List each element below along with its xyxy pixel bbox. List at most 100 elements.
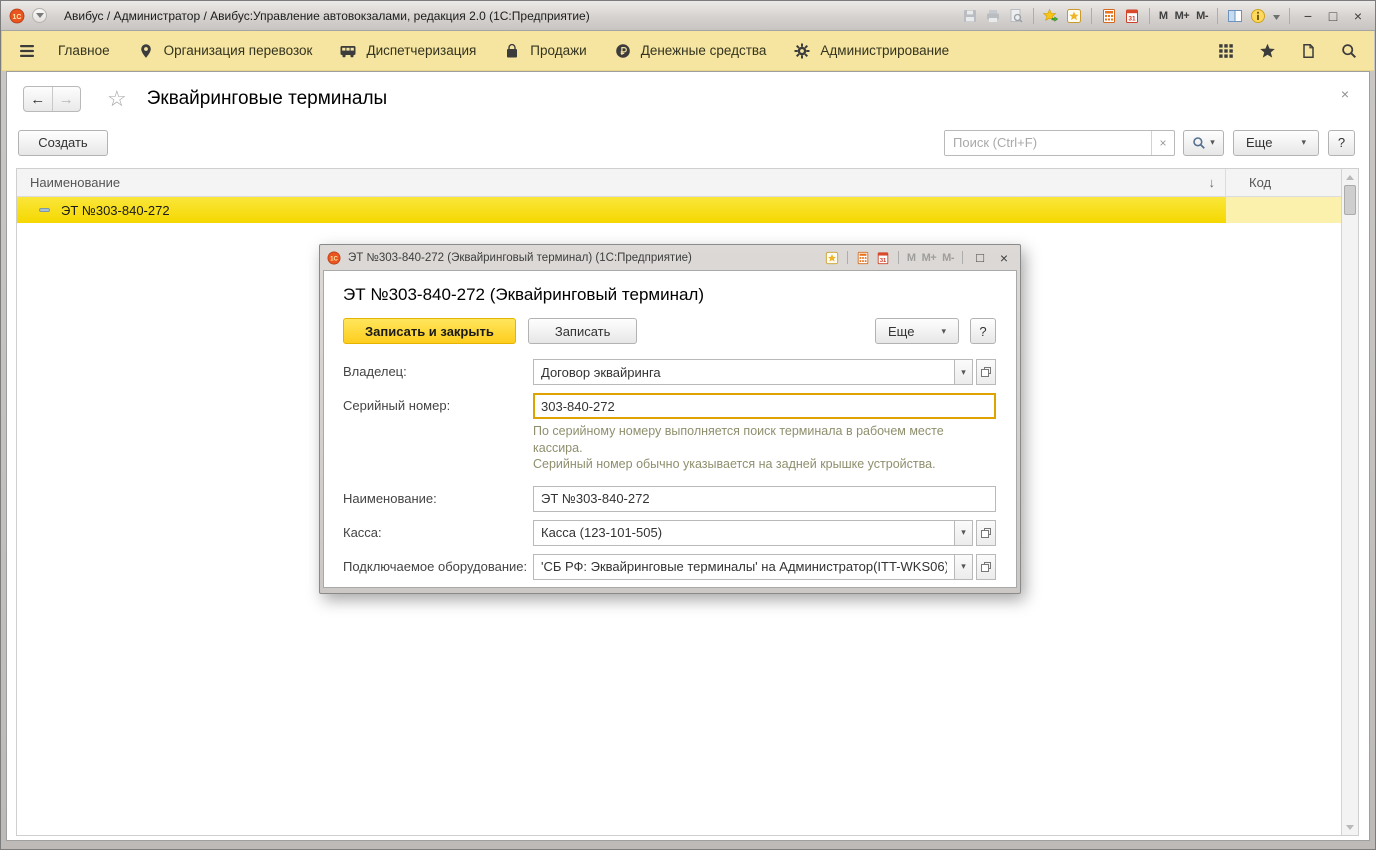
- menu-item-denezhnye-sredstva[interactable]: Денежные средства: [614, 42, 767, 60]
- menu-item-organizaciya-perevozok[interactable]: Организация перевозок: [137, 42, 313, 60]
- dialog-heading: ЭТ №303-840-272 (Эквайринговый терминал): [343, 285, 996, 305]
- dialog-titlebar: 1С ЭТ №303-840-272 (Эквайринговый термин…: [323, 245, 1017, 270]
- column-header-code[interactable]: Код: [1226, 169, 1341, 196]
- print-icon[interactable]: [985, 8, 1001, 24]
- search-box: ×: [944, 130, 1175, 156]
- history-nav-buttons: ← →: [23, 86, 81, 112]
- scroll-up-icon[interactable]: [1342, 171, 1358, 183]
- favorites-icon[interactable]: [825, 250, 839, 266]
- help-button[interactable]: ?: [1328, 130, 1355, 156]
- window-titlebar: 1С Авибус / Администратор / Авибус:Управ…: [1, 1, 1375, 31]
- serial-input[interactable]: [533, 393, 996, 419]
- kassa-label: Касса:: [343, 520, 533, 546]
- search-options-button[interactable]: ▾: [1183, 130, 1224, 156]
- system-menu-button[interactable]: [32, 8, 47, 23]
- save-and-close-button[interactable]: Записать и закрыть: [343, 318, 516, 344]
- more-button[interactable]: Еще ▾: [1233, 130, 1319, 156]
- menu-item-prodazhi[interactable]: Продажи: [503, 42, 586, 60]
- name-label: Наименование:: [343, 486, 533, 512]
- memory-m-plus-button[interactable]: M+: [1175, 10, 1190, 22]
- chevron-down-icon: ▾: [941, 326, 946, 337]
- menu-item-glavnoe[interactable]: Главное: [58, 43, 110, 58]
- equipment-field-row: Подключаемое оборудование: ▾: [343, 554, 996, 580]
- calculator-icon[interactable]: [1101, 8, 1117, 24]
- dialog-help-button[interactable]: ?: [970, 318, 996, 344]
- memory-m-minus-button: M-: [942, 252, 954, 264]
- hamburger-menu-icon[interactable]: [18, 42, 36, 60]
- equipment-open-button[interactable]: [976, 554, 996, 580]
- close-button[interactable]: ×: [1349, 8, 1367, 24]
- kassa-input[interactable]: [533, 520, 955, 546]
- column-header-name[interactable]: Наименование ↓: [17, 169, 1226, 196]
- search-input[interactable]: [945, 131, 1151, 155]
- row-code-cell[interactable]: [1226, 197, 1341, 223]
- favorites-star-icon[interactable]: [1258, 42, 1276, 60]
- scroll-down-icon[interactable]: [1342, 821, 1358, 833]
- owner-field-row: Владелец: ▾: [343, 359, 996, 385]
- dialog-button-row: Записать и закрыть Записать Еще ▾ ?: [343, 318, 996, 344]
- dialog-window-title: ЭТ №303-840-272 (Эквайринговый терминал)…: [348, 252, 692, 264]
- calendar-icon[interactable]: 31: [876, 250, 890, 266]
- owner-dropdown-button[interactable]: ▾: [955, 359, 973, 385]
- owner-label: Владелец:: [343, 359, 533, 385]
- owner-input[interactable]: [533, 359, 955, 385]
- svg-text:31: 31: [880, 257, 886, 263]
- memory-m-button[interactable]: M: [1159, 10, 1168, 22]
- name-input[interactable]: [533, 486, 996, 512]
- add-favorite-icon[interactable]: [1043, 8, 1059, 24]
- equipment-label: Подключаемое оборудование:: [343, 554, 533, 580]
- dialog-more-button[interactable]: Еще ▾: [875, 318, 959, 344]
- serial-hint: По серийному номеру выполняется поиск те…: [533, 423, 996, 473]
- maximize-button[interactable]: □: [1324, 8, 1342, 24]
- scrollbar-thumb[interactable]: [1344, 185, 1356, 215]
- dialog-close-button[interactable]: ×: [995, 250, 1013, 266]
- dialog-maximize-button[interactable]: □: [971, 250, 989, 265]
- back-button[interactable]: ←: [24, 87, 53, 111]
- chevron-down-icon: ▾: [1210, 137, 1215, 148]
- calendar-icon[interactable]: 31: [1124, 8, 1140, 24]
- kassa-field-row: Касса: ▾: [343, 520, 996, 546]
- history-icon[interactable]: [1299, 42, 1317, 60]
- memory-m-plus-button: M+: [922, 252, 937, 264]
- menu-item-administrirovanie[interactable]: Администрирование: [793, 42, 949, 60]
- search-clear-icon[interactable]: ×: [1151, 131, 1174, 155]
- info-dropdown-icon[interactable]: [1273, 9, 1280, 23]
- kassa-open-button[interactable]: [976, 520, 996, 546]
- save-button[interactable]: Записать: [528, 318, 638, 344]
- minimize-button[interactable]: −: [1299, 8, 1317, 24]
- equipment-dropdown-button[interactable]: ▾: [955, 554, 973, 580]
- ruble-icon: [614, 42, 632, 60]
- print-preview-icon[interactable]: [1008, 8, 1024, 24]
- calculator-icon[interactable]: [856, 250, 870, 266]
- all-functions-grid-icon[interactable]: [1217, 42, 1235, 60]
- global-search-icon[interactable]: [1340, 42, 1358, 60]
- save-icon[interactable]: [962, 8, 978, 24]
- form-close-icon[interactable]: ×: [1341, 86, 1349, 102]
- terminal-dialog: 1С ЭТ №303-840-272 (Эквайринговый термин…: [319, 244, 1021, 594]
- split-window-icon[interactable]: [1227, 8, 1243, 24]
- catalog-item-icon: [39, 208, 50, 212]
- owner-open-button[interactable]: [976, 359, 996, 385]
- table-row[interactable]: ЭТ №303-840-272: [17, 197, 1341, 223]
- vertical-scrollbar[interactable]: [1341, 169, 1358, 835]
- info-icon[interactable]: [1250, 8, 1266, 24]
- memory-m-minus-button[interactable]: M-: [1196, 10, 1208, 22]
- favorite-toggle-icon[interactable]: ☆: [107, 86, 127, 112]
- open-icon: [980, 527, 992, 539]
- main-menubar: Главное Организация перевозок Диспетчери…: [2, 31, 1374, 71]
- svg-text:31: 31: [1128, 15, 1136, 22]
- favorites-icon[interactable]: [1066, 8, 1082, 24]
- menu-item-dispetcherizaciya[interactable]: Диспетчеризация: [339, 42, 476, 60]
- table-header: Наименование ↓ Код: [17, 169, 1341, 197]
- form-header: ← → ☆ Эквайринговые терминалы ×: [23, 84, 1355, 114]
- open-icon: [980, 561, 992, 573]
- forward-button[interactable]: →: [53, 87, 81, 111]
- name-field-row: Наименование:: [343, 486, 996, 512]
- row-name-cell[interactable]: ЭТ №303-840-272: [17, 197, 1226, 223]
- equipment-input[interactable]: [533, 554, 955, 580]
- svg-text:1С: 1С: [330, 255, 338, 262]
- app-window: 1С Авибус / Администратор / Авибус:Управ…: [0, 0, 1376, 850]
- svg-text:1С: 1С: [13, 13, 22, 20]
- create-button[interactable]: Создать: [18, 130, 108, 156]
- kassa-dropdown-button[interactable]: ▾: [955, 520, 973, 546]
